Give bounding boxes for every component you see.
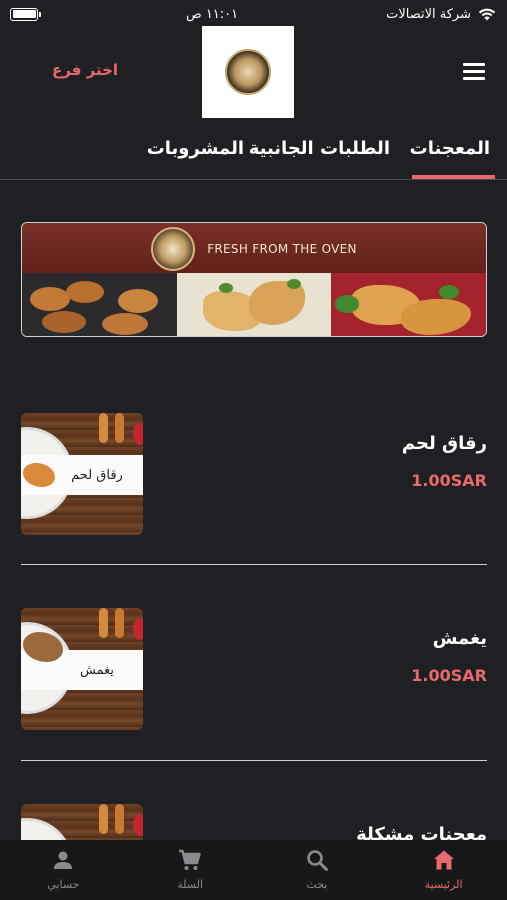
product-price: 1.00SAR (411, 471, 487, 490)
status-carrier: شركة الاتصالات (386, 6, 471, 22)
nav-cart[interactable]: السلة (127, 840, 254, 900)
product-name: يغمش (432, 628, 487, 649)
wifi-icon (478, 8, 496, 21)
active-tab-indicator (412, 175, 495, 179)
tab-drinks[interactable]: المشروبات (147, 138, 244, 159)
cart-icon (179, 849, 201, 870)
category-tabs: المعجنات الطلبات الجانبية المشروبات (0, 130, 507, 180)
croissant-photo (22, 273, 177, 336)
app-header: اختر فرع (0, 24, 507, 118)
battery-icon (10, 7, 41, 21)
divider (21, 564, 487, 565)
nav-account[interactable]: حسابي (0, 840, 127, 900)
nav-home-label: الرئيسية (424, 878, 463, 891)
home-icon (433, 850, 454, 870)
account-icon (54, 851, 73, 869)
promo-banner[interactable]: FRESH FROM THE OVEN (21, 222, 487, 337)
nav-account-label: حسابي (47, 878, 80, 891)
tab-pastries[interactable]: المعجنات (410, 138, 490, 159)
tab-side-orders[interactable]: الطلبات الجانبية (249, 138, 390, 159)
product-item[interactable]: يغمش يغمش 1.00SAR (21, 608, 487, 733)
product-item[interactable]: رقاق لحم رقاق لحم 1.00SAR (21, 413, 487, 538)
divider (21, 760, 487, 761)
banner-text: FRESH FROM THE OVEN (207, 242, 357, 256)
nav-search-label: بحث (306, 878, 328, 891)
status-time: ١١:٠١ ص (185, 6, 239, 22)
logo-emblem (225, 49, 271, 95)
samosa-photo (176, 273, 332, 336)
restaurant-logo (202, 26, 294, 118)
product-image: رقاق لحم (21, 413, 143, 535)
product-name: رقاق لحم (401, 433, 487, 454)
banner-logo (151, 227, 196, 271)
nav-cart-label: السلة (177, 878, 203, 891)
product-image: يغمش (21, 608, 143, 730)
nav-home[interactable]: الرئيسية (380, 840, 507, 900)
hamburger-menu-icon[interactable] (463, 63, 485, 80)
pastry-photo (331, 273, 486, 336)
banner-photos (22, 273, 486, 336)
product-price: 1.00SAR (411, 666, 487, 685)
search-icon (307, 850, 328, 871)
choose-branch-button[interactable]: اختر فرع (52, 61, 118, 79)
bottom-navigation: حسابي السلة بحث الرئيسية (0, 840, 507, 900)
nav-search[interactable]: بحث (254, 840, 381, 900)
